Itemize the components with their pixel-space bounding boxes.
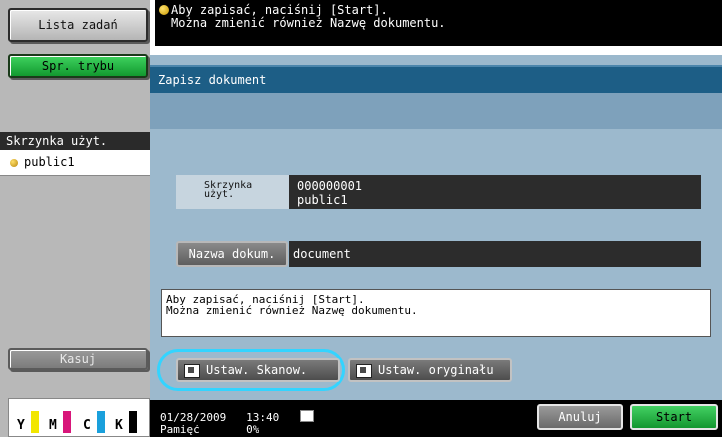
original-settings-button[interactable]: Ustaw. oryginału xyxy=(348,358,512,382)
check-mode-button[interactable]: Spr. trybu xyxy=(8,54,148,78)
toner-label: M xyxy=(49,418,57,433)
toner-levels: Y M C K xyxy=(8,398,150,437)
memory-status: Pamięć 0% xyxy=(160,425,259,437)
scan-settings-label: Ustaw. Skanow. xyxy=(206,363,308,377)
status-bar: 01/28/2009 13:40 Pamięć 0% Anuluj Start xyxy=(150,400,722,437)
status-date: 01/28/2009 xyxy=(160,411,227,424)
info-icon xyxy=(159,5,169,15)
user-box-item-label: public1 xyxy=(24,155,75,169)
user-box-label: Skrzynka użyt. xyxy=(176,175,289,209)
start-button[interactable]: Start xyxy=(630,404,718,430)
user-box-section: Skrzynka użyt. public1 xyxy=(0,132,150,176)
status-time: 13:40 xyxy=(246,411,280,424)
memory-label: Pamięć xyxy=(160,425,200,436)
page-title: Zapisz dokument xyxy=(150,65,722,93)
document-name-field: document xyxy=(289,241,701,267)
network-icon xyxy=(300,410,314,422)
user-box-header: Skrzynka użyt. xyxy=(0,132,150,150)
memory-value: 0% xyxy=(246,425,260,436)
message-line-2: Można zmienić również Nazwę dokumentu. xyxy=(171,16,446,30)
toner-label: Y xyxy=(17,418,25,433)
toner-label: K xyxy=(115,418,123,433)
document-name-button[interactable]: Nazwa dokum. xyxy=(176,241,288,267)
toner-yellow-bar xyxy=(31,411,39,433)
user-box-value: 000000001 public1 xyxy=(289,175,701,209)
box-dot-icon xyxy=(10,158,18,167)
body-band xyxy=(150,93,722,129)
info-box: Aby zapisać, naciśnij [Start]. Można zmie… xyxy=(161,289,711,337)
job-list-button[interactable]: Lista zadań xyxy=(8,8,148,42)
box-number: 000000001 xyxy=(297,179,363,193)
left-panel: Lista zadań Spr. trybu Skrzynka użyt. pu… xyxy=(0,0,150,437)
original-settings-label: Ustaw. oryginału xyxy=(378,363,494,377)
message-line-1: Aby zapisać, naciśnij [Start]. xyxy=(171,3,388,17)
user-box-label-line-2: użyt. xyxy=(204,189,235,200)
status-datetime: 01/28/2009 13:40 xyxy=(160,411,279,424)
toner-label: C xyxy=(83,418,91,433)
scanner-icon xyxy=(184,364,200,378)
toner-cyan-bar xyxy=(97,411,105,433)
delete-button[interactable]: Kasuj xyxy=(8,348,148,370)
scan-settings-button[interactable]: Ustaw. Skanow. xyxy=(176,358,340,382)
original-document-icon xyxy=(356,364,372,378)
box-name: public1 xyxy=(297,193,348,207)
main-panel: Zapisz dokument Skrzynka użyt. 000000001… xyxy=(150,55,722,400)
info-line-2: Można zmienić również Nazwę dokumentu. xyxy=(166,304,418,317)
user-box-item[interactable]: public1 xyxy=(0,152,150,174)
message-bar: Aby zapisać, naciśnij [Start]. Można zmi… xyxy=(155,0,722,46)
cancel-button[interactable]: Anuluj xyxy=(537,404,623,430)
toner-magenta-bar xyxy=(63,411,71,433)
toner-black-bar xyxy=(129,411,137,433)
